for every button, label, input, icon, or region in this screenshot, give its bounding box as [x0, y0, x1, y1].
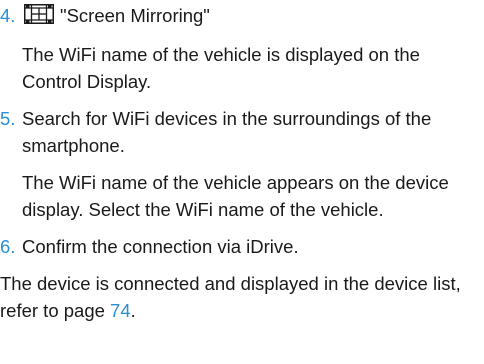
- result-text: The device is connected and displayed in…: [0, 273, 461, 321]
- step-6: 6. Confirm the connection via iDrive.: [0, 233, 484, 260]
- page-reference-link[interactable]: 74: [110, 300, 131, 321]
- step-content: Confirm the connection via iDrive.: [22, 233, 484, 260]
- step-5: 5. Search for WiFi devices in the surrou…: [0, 105, 484, 159]
- step-number: 5.: [0, 108, 16, 129]
- step-label: Confirm the connection via iDrive.: [22, 236, 299, 257]
- step-content: "Screen Mirroring": [22, 2, 484, 31]
- step-text: "Screen Mirroring": [22, 2, 484, 31]
- step-label: "Screen Mirroring": [60, 5, 210, 26]
- step-number: 6.: [0, 236, 16, 257]
- step-5-note: The WiFi name of the vehicle appears on …: [22, 172, 449, 220]
- step-label: Search for WiFi devices in the surroundi…: [22, 108, 432, 156]
- step-4-note: The WiFi name of the vehicle is displaye…: [22, 44, 420, 92]
- manual-page: 4. "Screen Mirroring" The WiFi name of t…: [0, 0, 484, 364]
- step-content: Search for WiFi devices in the surroundi…: [22, 105, 484, 159]
- screen-mirroring-icon: [24, 4, 54, 31]
- step-4: 4. "Screen Mirroring": [0, 2, 484, 31]
- result-paragraph: The device is connected and displayed in…: [0, 270, 484, 324]
- step-number: 4.: [0, 5, 16, 26]
- result-text-end: .: [130, 300, 136, 321]
